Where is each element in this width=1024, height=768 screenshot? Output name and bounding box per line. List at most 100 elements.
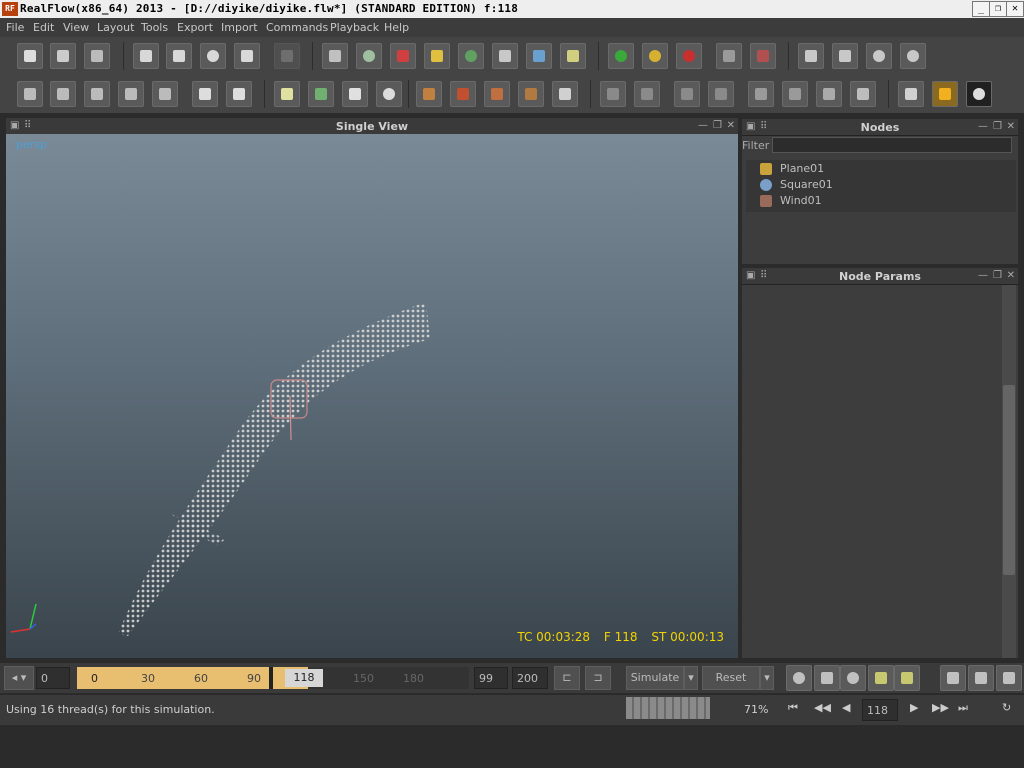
key-prev-icon[interactable] xyxy=(940,665,966,691)
filter-input[interactable] xyxy=(772,137,1012,153)
view-tool-1-icon[interactable] xyxy=(786,665,812,691)
step-back-icon[interactable]: ◀◀ xyxy=(814,701,831,714)
particle-tool-2-icon[interactable] xyxy=(894,665,920,691)
menu-layout[interactable]: Layout xyxy=(97,21,134,34)
simulate-button[interactable]: Simulate xyxy=(626,666,684,690)
pattern-a-icon[interactable] xyxy=(416,81,442,107)
reset-button[interactable]: Reset xyxy=(702,666,760,690)
cube-h-icon[interactable] xyxy=(850,81,876,107)
key-next-icon[interactable] xyxy=(968,665,994,691)
particles-icon[interactable] xyxy=(356,43,382,69)
scale-icon[interactable] xyxy=(234,43,260,69)
menu-import[interactable]: Import xyxy=(221,21,258,34)
play-back-icon[interactable]: ◀ xyxy=(842,701,850,714)
obj-a-icon[interactable] xyxy=(17,81,43,107)
link-icon[interactable] xyxy=(274,43,300,69)
set-start-icon[interactable]: ⊏ xyxy=(554,666,580,690)
panel-close-icon[interactable]: ✕ xyxy=(1007,270,1015,281)
obj-g-icon[interactable] xyxy=(226,81,252,107)
playhead[interactable] xyxy=(269,667,273,689)
new-scene-icon[interactable] xyxy=(17,43,43,69)
scrollbar-thumb[interactable] xyxy=(1003,385,1015,575)
select-icon[interactable] xyxy=(133,43,159,69)
step-forward-icon[interactable]: ▶▶ xyxy=(932,701,949,714)
set-end-icon[interactable]: ⊐ xyxy=(585,666,611,690)
obj-e-icon[interactable] xyxy=(152,81,178,107)
notes-icon[interactable] xyxy=(274,81,300,107)
camera-icon[interactable] xyxy=(492,43,518,69)
render-icon[interactable] xyxy=(898,81,924,107)
cube-f-icon[interactable] xyxy=(782,81,808,107)
end-frame-field[interactable]: 99 xyxy=(474,667,508,689)
cube-a-icon[interactable] xyxy=(600,81,626,107)
menu-tools[interactable]: Tools xyxy=(141,21,168,34)
mesh-icon[interactable] xyxy=(458,43,484,69)
batch-1-icon[interactable] xyxy=(798,43,824,69)
hourglass-icon[interactable] xyxy=(552,81,578,107)
rigid-icon[interactable] xyxy=(560,43,586,69)
pattern-c-icon[interactable] xyxy=(484,81,510,107)
pattern-d-icon[interactable] xyxy=(518,81,544,107)
node-item-square01[interactable]: Square01 xyxy=(760,178,833,194)
panel-close-icon[interactable]: ✕ xyxy=(727,120,735,131)
view-tool-2-icon[interactable] xyxy=(814,665,840,691)
batch-2-icon[interactable] xyxy=(832,43,858,69)
particle-tool-1-icon[interactable] xyxy=(868,665,894,691)
menu-file[interactable]: File xyxy=(6,21,24,34)
key-tool-icon[interactable] xyxy=(996,665,1022,691)
panel-restore-icon[interactable]: ❐ xyxy=(713,120,722,131)
node-item-plane01[interactable]: Plane01 xyxy=(760,162,824,178)
menu-commands[interactable]: Commands xyxy=(266,21,328,34)
3d-viewport[interactable]: persp TC 00:03:28 F 118 ST 00:00:13 xyxy=(6,134,738,658)
menu-export[interactable]: Export xyxy=(177,21,213,34)
reset-export-icon[interactable] xyxy=(750,43,776,69)
cube-g-icon[interactable] xyxy=(816,81,842,107)
reset-dropdown-icon[interactable]: ▾ xyxy=(760,666,774,690)
open-scene-icon[interactable] xyxy=(50,43,76,69)
cube-e-icon[interactable] xyxy=(748,81,774,107)
emitter-icon[interactable] xyxy=(390,43,416,69)
cube-c-icon[interactable] xyxy=(674,81,700,107)
smoke-icon[interactable] xyxy=(966,81,992,107)
cube-d-icon[interactable] xyxy=(708,81,734,107)
green-sim-icon[interactable] xyxy=(608,43,634,69)
loop-icon[interactable]: ↻ xyxy=(1002,701,1011,714)
batch-4-icon[interactable] xyxy=(900,43,926,69)
minimize-button[interactable]: _ xyxy=(972,1,990,17)
menu-playback[interactable]: Playback xyxy=(330,21,379,34)
panel-restore-icon[interactable]: ❐ xyxy=(993,270,1002,281)
simulate-dropdown-icon[interactable]: ▾ xyxy=(684,666,698,690)
graph-icon[interactable] xyxy=(308,81,334,107)
red-sim-icon[interactable] xyxy=(676,43,702,69)
batch-3-icon[interactable] xyxy=(866,43,892,69)
first-frame-icon[interactable]: ⏮ xyxy=(788,701,798,715)
panel-minimize-icon[interactable]: — xyxy=(978,270,988,281)
play-icon[interactable]: ▶ xyxy=(910,701,918,714)
ruler-icon[interactable] xyxy=(342,81,368,107)
save-scene-icon[interactable] xyxy=(84,43,110,69)
yellow-sim-icon[interactable] xyxy=(642,43,668,69)
wave-icon[interactable] xyxy=(526,43,552,69)
maximize-button[interactable]: ❐ xyxy=(989,1,1007,17)
params-scrollbar[interactable] xyxy=(1002,285,1016,658)
obj-c-icon[interactable] xyxy=(84,81,110,107)
max-frame-field[interactable]: 200 xyxy=(512,667,548,689)
menu-edit[interactable]: Edit xyxy=(33,21,54,34)
close-button[interactable]: ✕ xyxy=(1006,1,1024,17)
current-frame-marker[interactable]: 118 xyxy=(285,669,323,687)
cube-b-icon[interactable] xyxy=(634,81,660,107)
node-item-wind01[interactable]: Wind01 xyxy=(760,194,822,210)
panel-close-icon[interactable]: ✕ xyxy=(1007,121,1015,132)
panel-minimize-icon[interactable]: — xyxy=(698,120,708,131)
menu-view[interactable]: View xyxy=(63,21,89,34)
panel-restore-icon[interactable]: ❐ xyxy=(993,121,1002,132)
start-frame-field[interactable]: 0 xyxy=(36,667,70,689)
export-icon[interactable] xyxy=(716,43,742,69)
eye-icon[interactable] xyxy=(840,665,866,691)
object-icon[interactable] xyxy=(424,43,450,69)
dots-icon[interactable] xyxy=(376,81,402,107)
obj-b-icon[interactable] xyxy=(50,81,76,107)
obj-d-icon[interactable] xyxy=(118,81,144,107)
frame-field[interactable]: 118 xyxy=(862,699,898,721)
obj-f-icon[interactable] xyxy=(192,81,218,107)
